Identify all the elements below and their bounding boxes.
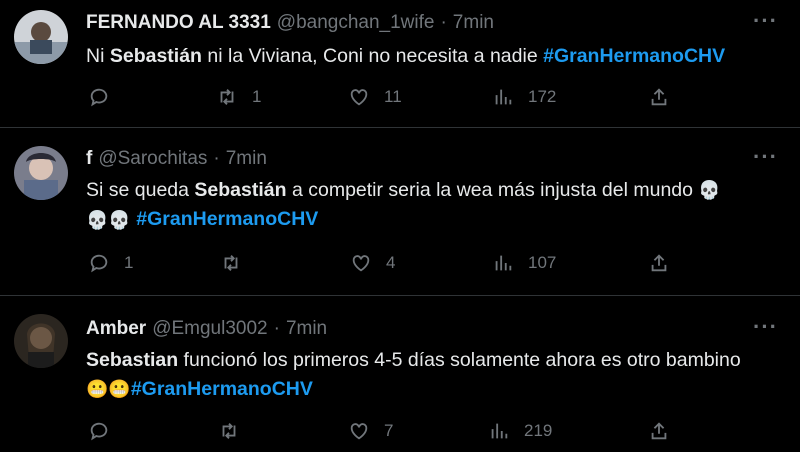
retweet-icon	[220, 89, 234, 105]
separator-dot: ·	[213, 148, 220, 169]
share-button[interactable]	[648, 252, 670, 274]
views-button[interactable]: 219	[488, 420, 552, 442]
like-button[interactable]: 7	[348, 420, 393, 442]
tweet-header: Amber @Emgul3002 · 7min	[86, 318, 327, 340]
retweet-icon	[222, 423, 236, 439]
reply-count: 1	[124, 253, 134, 272]
retweet-count: 1	[252, 87, 262, 106]
text-segment: Ni	[86, 45, 110, 67]
share-icon	[651, 88, 667, 106]
tweet-feed: FERNANDO AL 3331 @bangchan_1wife · 7min …	[0, 0, 800, 452]
heart-icon	[350, 89, 368, 106]
handle[interactable]: @Sarochitas	[98, 148, 207, 170]
heart-icon	[352, 255, 370, 272]
handle[interactable]: @Emgul3002	[152, 318, 267, 340]
more-icon[interactable]: ···	[753, 8, 778, 34]
views-icon	[491, 423, 508, 439]
handle[interactable]: @bangchan_1wife	[277, 12, 435, 34]
like-count: 11	[384, 87, 402, 106]
hashtag-link[interactable]: #GranHermanoCHV	[131, 378, 313, 400]
tweet-text: Sebastian funcionó los primeros 4-5 días…	[86, 346, 770, 404]
tweet-header: FERNANDO AL 3331 @bangchan_1wife · 7min	[86, 12, 494, 34]
tweet-text: Ni Sebastián ni la Viviana, Coni no nece…	[86, 42, 770, 71]
avatar[interactable]	[14, 10, 68, 64]
grimacing-emoji: 😬😬	[86, 379, 131, 400]
like-button[interactable]: 4	[350, 252, 395, 274]
views-count: 172	[528, 87, 557, 106]
hashtag-link[interactable]: #GranHermanoCHV	[543, 45, 725, 67]
views-button[interactable]: 107	[492, 252, 556, 274]
skull-emoji: 💀	[698, 180, 721, 201]
like-count: 4	[386, 253, 396, 272]
heart-icon	[350, 423, 368, 440]
like-count: 7	[384, 421, 394, 440]
retweet-button[interactable]	[220, 252, 256, 274]
views-count: 107	[528, 253, 557, 272]
tweet-header: f @Sarochitas · 7min	[86, 148, 267, 170]
text-segment: ni la Viviana, Coni no necesita a nadie	[201, 45, 544, 67]
avatar[interactable]	[14, 314, 68, 368]
views-button[interactable]: 172	[492, 86, 556, 108]
share-icon	[651, 422, 667, 440]
reply-icon	[90, 422, 108, 441]
tweet-1[interactable]: FERNANDO AL 3331 @bangchan_1wife · 7min …	[0, 0, 800, 128]
display-name[interactable]: Amber	[86, 318, 146, 340]
views-icon	[495, 89, 512, 105]
display-name[interactable]: f	[86, 148, 92, 170]
avatar[interactable]	[14, 146, 68, 200]
text-segment: funcionó los primeros 4-5 días solamente…	[178, 349, 741, 371]
hashtag-link[interactable]: #GranHermanoCHV	[136, 208, 318, 230]
tweet-text: Si se queda Sebastián a competir seria l…	[86, 176, 770, 235]
retweet-button[interactable]	[218, 420, 254, 442]
reply-icon	[90, 254, 108, 273]
skull-emoji: 💀💀	[86, 209, 131, 230]
timestamp[interactable]: 7min	[286, 318, 327, 340]
bold-name: Sebastián	[109, 45, 202, 67]
more-icon[interactable]: ···	[753, 314, 778, 340]
action-bar: 1 11 172	[86, 86, 686, 110]
share-button[interactable]	[648, 86, 670, 108]
like-button[interactable]: 11	[348, 86, 402, 108]
bold-name: Sebastián	[194, 179, 287, 201]
more-icon[interactable]: ···	[753, 144, 778, 170]
text-segment: Si se queda	[86, 179, 195, 201]
share-button[interactable]	[648, 420, 670, 442]
display-name[interactable]: FERNANDO AL 3331	[86, 12, 271, 34]
reply-button[interactable]	[88, 86, 124, 108]
action-bar: 1 4 107	[86, 252, 686, 276]
share-icon	[651, 254, 667, 272]
retweet-button[interactable]: 1	[216, 86, 261, 108]
timestamp[interactable]: 7min	[453, 12, 494, 34]
text-segment: a competir seria la wea más injusta del …	[286, 179, 699, 201]
reply-button[interactable]: 1	[88, 252, 133, 274]
bold-name: Sebastian	[86, 349, 179, 371]
timestamp[interactable]: 7min	[226, 148, 267, 170]
tweet-3[interactable]: Amber @Emgul3002 · 7min ··· Sebastian fu…	[0, 296, 800, 452]
reply-button[interactable]	[88, 420, 124, 442]
reply-icon	[90, 88, 108, 107]
views-icon	[495, 255, 512, 271]
separator-dot: ·	[273, 318, 280, 339]
views-count: 219	[524, 421, 553, 440]
tweet-2[interactable]: f @Sarochitas · 7min ··· Si se queda Seb…	[0, 128, 800, 296]
separator-dot: ·	[440, 12, 447, 33]
retweet-icon	[224, 255, 238, 271]
action-bar: 7 219	[86, 420, 686, 444]
